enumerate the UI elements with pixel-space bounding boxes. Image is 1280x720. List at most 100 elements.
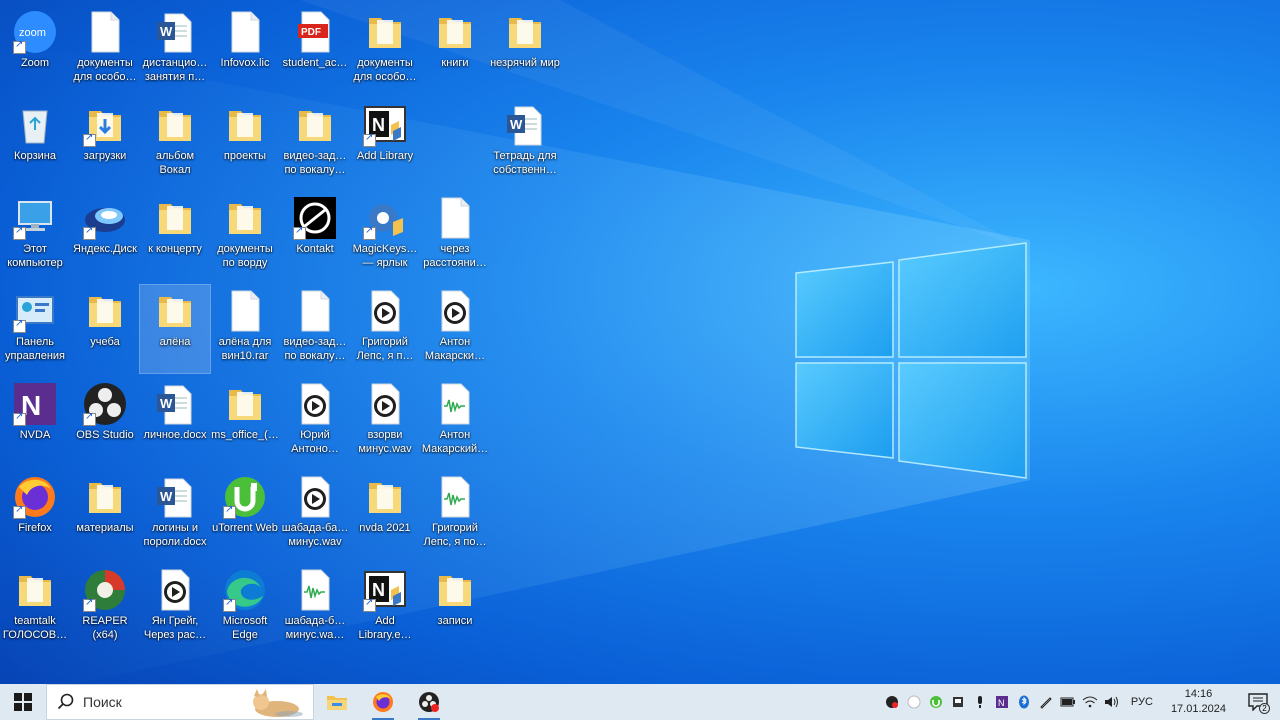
folder-icon [433,568,477,612]
taskbar-search-box[interactable]: Поиск [46,684,314,720]
utorrent-icon [223,475,267,519]
word-document-icon: W [503,103,547,147]
desktop-icon[interactable]: материалы [70,471,140,559]
desktop-icon[interactable]: алёна [139,284,211,374]
desktop-icon[interactable]: Панель управления [0,285,70,373]
desktop-icon[interactable]: загрузки [70,99,140,187]
desktop-icon[interactable]: учеба [70,285,140,373]
desktop-icon-label: Антон Макарски… [424,336,486,362]
shortcut-arrow-icon [13,411,26,426]
desktop-icon[interactable]: PDF student_ac… [280,6,350,94]
desktop[interactable]: zoomZoomдокументы для особо…Wдистанцио… … [0,0,1280,684]
media-audio-icon [153,568,197,612]
notification-center-button[interactable]: 2 [1236,684,1280,720]
this-pc-icon [13,196,57,240]
tray-microphone-icon[interactable] [969,684,991,720]
desktop-icon[interactable]: N Add Library.e… [350,564,420,652]
desktop-icon[interactable]: MagicKeys… — ярлык [350,192,420,280]
document-icon [83,10,127,54]
tray-obs-icon[interactable] [881,684,903,720]
desktop-icon[interactable]: шабада-ба… минус.wav [280,471,350,559]
tray-battery-icon[interactable] [1057,684,1079,720]
desktop-icon[interactable]: видео-зад… по вокалу… [280,99,350,187]
desktop-icon[interactable]: Корзина [0,99,70,187]
desktop-icon[interactable]: взорви минус.wav [350,378,420,466]
desktop-icon-label: Яндекс.Диск [73,243,137,255]
tray-pen-icon[interactable] [1035,684,1057,720]
desktop-icon[interactable]: незрячий мир [490,6,560,94]
desktop-icon[interactable]: Wлогины и пороли.docx [140,471,210,559]
desktop-icon[interactable]: шабада-б… минус.wa… [280,564,350,652]
desktop-icon[interactable]: Infovox.lic [210,6,280,94]
desktop-icon[interactable]: видео-зад… по вокалу… [280,285,350,373]
desktop-icon[interactable]: ms_office_(… [210,378,280,466]
desktop-icon[interactable]: записи [420,564,490,652]
desktop-icon-label: к концерту [148,243,202,255]
start-button[interactable] [0,684,46,720]
desktop-icon[interactable]: Firefox [0,471,70,559]
desktop-icon-label: Антон Макарский… [421,429,489,455]
file-icon [433,196,477,240]
svg-text:PDF: PDF [301,27,321,38]
desktop-icon[interactable]: N NVDA [0,378,70,466]
desktop-icon[interactable]: алёна для вин10.rar [210,285,280,373]
shortcut-arrow-icon [83,411,96,426]
desktop-icon[interactable]: nvda 2021 [350,471,420,559]
desktop-icon[interactable]: документы для особо… [350,6,420,94]
media-audio-icon [363,382,407,426]
taskbar-firefox[interactable] [360,684,406,720]
desktop-icon[interactable]: Microsoft Edge [210,564,280,652]
desktop-icon[interactable]: Антон Макарски… [420,285,490,373]
desktop-icon[interactable]: Ян Грейг, Через рас… [140,564,210,652]
desktop-icon[interactable]: документы по ворду [210,192,280,280]
desktop-icon-label: teamtalk ГОЛОСОВ… [2,615,68,641]
clock[interactable]: 14:16 17.01.2024 [1161,687,1236,717]
tray-nvda-icon[interactable]: N [991,684,1013,720]
desktop-icon-label: алёна для вин10.rar [218,336,272,362]
desktop-icon[interactable]: OBS Studio [70,378,140,466]
desktop-icon[interactable]: Этот компьютер [0,192,70,280]
desktop-icon[interactable]: Антон Макарский… [420,378,490,466]
taskbar: Поиск N РУС 14:16 17.01.2024 2 [0,684,1280,720]
desktop-icon[interactable]: Wличное.docx [140,378,210,466]
desktop-icon[interactable]: uTorrent Web [210,471,280,559]
desktop-icon[interactable]: Wдистанцио… занятия п… [140,6,210,94]
desktop-icon[interactable]: N Add Library [350,99,420,187]
desktop-icon[interactable]: teamtalk ГОЛОСОВ… [0,564,70,652]
tray-volume-icon[interactable] [1101,684,1123,720]
desktop-icon[interactable]: Григорий Лепс, я п… [350,285,420,373]
desktop-icon[interactable]: Kontakt [280,192,350,280]
desktop-icon[interactable]: к концерту [140,192,210,280]
desktop-icon[interactable]: через расстояни… [420,192,490,280]
desktop-icon[interactable]: книги [420,6,490,94]
tray-usb-icon[interactable] [947,684,969,720]
firefox-icon [13,475,57,519]
desktop-icon[interactable]: Григорий Лепс, я по… [420,471,490,559]
tray-wifi-icon[interactable] [1079,684,1101,720]
taskbar-obs[interactable] [406,684,452,720]
recycle-bin-icon [13,103,57,147]
desktop-icon-label: шабада-ба… минус.wav [281,522,349,548]
folder-icon [153,103,197,147]
desktop-icon-label: Ян Грейг, Через рас… [143,615,207,641]
desktop-icon[interactable]: Юрий Антоно… [280,378,350,466]
file-icon [223,289,267,333]
taskbar-file-explorer[interactable] [314,684,360,720]
tray-bluetooth-icon[interactable] [1013,684,1035,720]
desktop-icon[interactable]: документы для особо… [70,6,140,94]
desktop-icon[interactable]: проекты [210,99,280,187]
wave-audio-icon [433,475,477,519]
desktop-icon-label: учеба [90,336,120,348]
language-indicator[interactable]: РУС [1123,696,1161,708]
desktop-icon[interactable]: zoom Zoom [0,6,70,94]
desktop-icon[interactable]: W Тетрадь для собственн… [490,99,560,187]
firefox-icon [373,692,393,712]
tray-cloud-icon[interactable] [903,684,925,720]
desktop-icon[interactable]: REAPER (x64) [70,564,140,652]
desktop-icon[interactable]: альбом Вокал [140,99,210,187]
reaper-icon [83,568,127,612]
desktop-icon[interactable]: Яндекс.Диск [70,192,140,280]
wave-audio-icon [433,382,477,426]
tray-utorrent-icon[interactable] [925,684,947,720]
media-audio-icon [433,289,477,333]
